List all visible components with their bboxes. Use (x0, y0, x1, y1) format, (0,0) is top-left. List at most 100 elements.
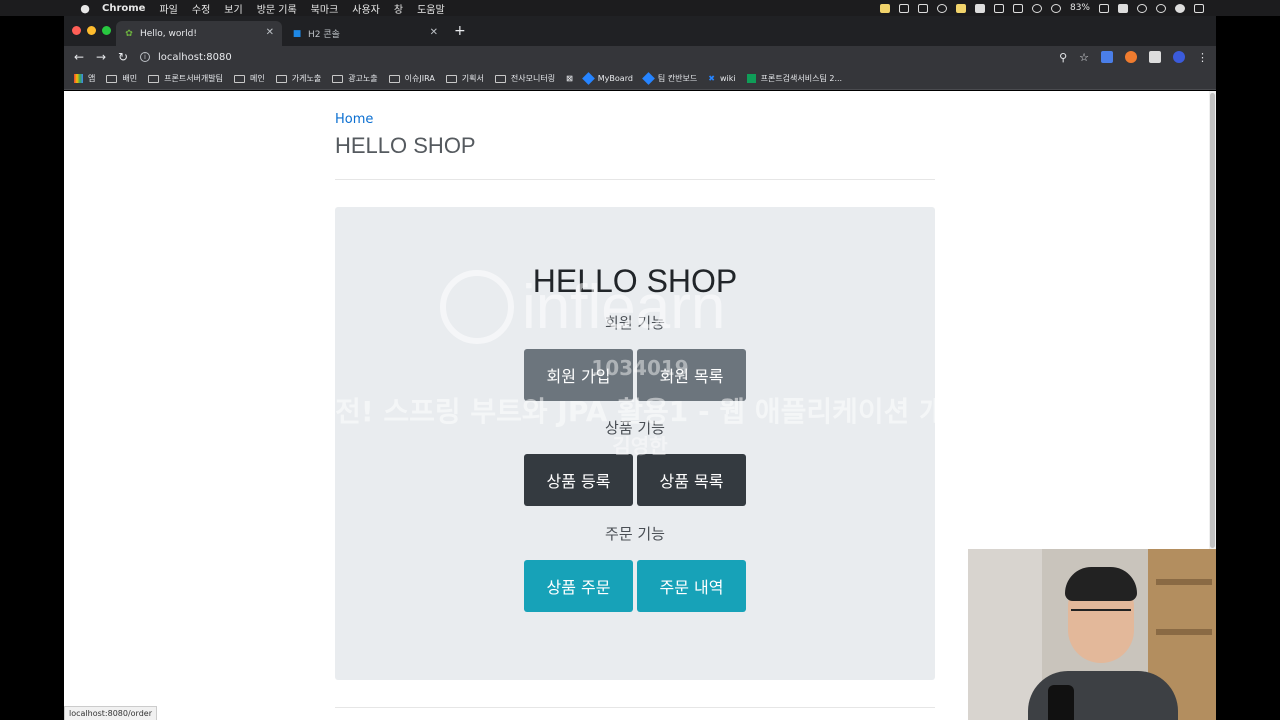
close-tab-icon[interactable]: ✕ (430, 27, 438, 38)
jumbotron-title: HELLO SHOP (532, 263, 738, 299)
order-buttons: 상품 주문 주문 내역 (524, 560, 746, 612)
input-source-icon[interactable] (1118, 3, 1128, 13)
menu-people[interactable]: 사용자 (352, 1, 380, 16)
bookmark-folder[interactable]: 기획서 (445, 73, 484, 84)
item-new-button[interactable]: 상품 등록 (524, 454, 633, 506)
star-icon[interactable]: ☆ (1079, 51, 1089, 64)
tab-h2-console[interactable]: ■ H2 콘솔 ✕ (284, 21, 446, 46)
member-join-button[interactable]: 회원 가입 (524, 349, 633, 401)
bookmark-folder[interactable]: 광고노출 (332, 73, 378, 84)
folder-icon (275, 74, 287, 83)
display-icon[interactable] (917, 3, 928, 13)
menu-chrome[interactable]: Chrome (102, 3, 145, 14)
folder-icon (106, 74, 118, 83)
note-icon[interactable] (879, 3, 890, 13)
zoom-window-button[interactable] (102, 26, 111, 35)
address-bar[interactable]: i localhost:8080 (140, 47, 1040, 67)
screen-icon[interactable] (898, 3, 909, 13)
bookmark-label: 프론트검색서비스팀 2... (760, 74, 843, 83)
webcam-presenter-glasses (1071, 609, 1131, 621)
item-section-label: 상품 기능 (605, 419, 665, 437)
jira-icon (642, 72, 655, 85)
menu-edit[interactable]: 수정 (192, 1, 210, 16)
shield-icon[interactable] (955, 3, 966, 13)
qr-extension-icon[interactable] (1149, 51, 1161, 63)
bookmark-label: MyBoard (597, 74, 633, 83)
bookmark-folder[interactable]: 메인 (234, 73, 265, 84)
bookmark-label: 앱 (88, 74, 96, 83)
minimize-window-button[interactable] (87, 26, 96, 35)
folder-icon (494, 74, 506, 83)
address-url[interactable]: localhost:8080 (158, 52, 232, 63)
extension-icon[interactable] (1125, 51, 1137, 63)
volume-icon[interactable] (1050, 3, 1061, 13)
close-window-button[interactable] (72, 26, 81, 35)
clock-icon[interactable] (1137, 3, 1147, 13)
cloud-icon[interactable] (974, 3, 985, 13)
scrollbar-thumb[interactable] (1210, 93, 1215, 548)
menu-bookmarks[interactable]: 북마크 (311, 1, 339, 16)
forward-icon[interactable]: → (90, 50, 112, 64)
menu-view[interactable]: 보기 (224, 1, 242, 16)
bookmark-label: 기획서 (461, 74, 484, 83)
bookmark-label: 프론트서버개발팀 (164, 74, 223, 83)
kebab-menu-icon[interactable]: ⋮ (1197, 51, 1208, 64)
back-icon[interactable]: ← (68, 50, 90, 64)
wifi-icon[interactable] (1031, 3, 1042, 13)
bookmark-wiki[interactable]: ✖ wiki (708, 74, 735, 83)
page-title: HELLO SHOP (335, 133, 476, 158)
close-tab-icon[interactable]: ✕ (266, 27, 274, 38)
bookmark-folder[interactable]: 전사모니터링 (494, 73, 556, 84)
bookmark-folder[interactable]: 이슈JIRA (388, 73, 435, 84)
order-list-button[interactable]: 주문 내역 (637, 560, 746, 612)
member-section-label: 회원 기능 (605, 314, 665, 332)
member-list-button[interactable]: 회원 목록 (637, 349, 746, 401)
bookmark-folder[interactable]: 가게노출 (275, 73, 322, 84)
bookmark-label: wiki (719, 74, 736, 83)
menu-file[interactable]: 파일 (159, 1, 177, 16)
browser-toolbar: ← → ↻ i localhost:8080 ⚲ ☆ ⋮ (64, 46, 1216, 68)
info-icon[interactable] (936, 3, 947, 13)
order-section-label: 주문 기능 (605, 525, 665, 543)
user-avatar-icon[interactable] (1175, 3, 1185, 13)
menu-help[interactable]: 도움말 (417, 1, 445, 16)
bookmark-sheet[interactable]: 프론트검색서비스팀 2... (746, 73, 843, 84)
spotlight-icon[interactable] (1156, 3, 1166, 13)
new-tab-icon[interactable]: + (454, 23, 466, 39)
folder-icon (445, 74, 457, 83)
item-list-button[interactable]: 상품 목록 (637, 454, 746, 506)
profile-avatar-icon[interactable] (1173, 51, 1185, 63)
webcam-overlay (968, 549, 1216, 720)
site-info-icon[interactable]: i (140, 52, 150, 62)
reload-icon[interactable]: ↻ (112, 50, 134, 64)
m-icon: ⊠ (566, 74, 573, 83)
bookmark-kanban[interactable]: 팀 칸반보드 (642, 72, 698, 85)
header-divider (335, 179, 935, 180)
bluetooth-icon[interactable] (1012, 3, 1023, 13)
grid-icon[interactable] (993, 3, 1004, 13)
order-new-button[interactable]: 상품 주문 (524, 560, 633, 612)
bookmark-folder[interactable]: 프론트서버개발팀 (148, 73, 223, 84)
bookmark-apps[interactable]: 앱 (74, 73, 95, 84)
tab-hello-world[interactable]: ✿ Hello, world! ✕ (116, 21, 282, 46)
notification-center-icon[interactable] (1194, 3, 1204, 13)
translate-extension-icon[interactable] (1101, 51, 1113, 63)
bookmark-label: 전사모니터링 (510, 74, 556, 83)
bookmark-myboard[interactable]: MyBoard (581, 72, 633, 85)
menu-window[interactable]: 창 (394, 1, 403, 16)
battery-icon[interactable] (1099, 3, 1109, 13)
apple-icon[interactable]: ● (78, 2, 92, 15)
bookmark-folder[interactable]: 배민 (106, 73, 137, 84)
bookmark-label: 가게노출 (291, 74, 322, 83)
member-buttons: 회원 가입 회원 목록 (524, 349, 746, 401)
sheets-icon (746, 74, 756, 83)
bookmark-m[interactable]: ⊠ (566, 74, 573, 83)
zoom-icon[interactable]: ⚲ (1059, 51, 1067, 64)
tab-strip: ✿ Hello, world! ✕ ■ H2 콘솔 ✕ + (64, 16, 1216, 46)
menu-history[interactable]: 방문 기록 (257, 1, 297, 16)
bookmark-label: 팀 칸반보드 (657, 74, 698, 83)
breadcrumb-home[interactable]: Home (335, 112, 373, 127)
battery-percent[interactable]: 83% (1070, 3, 1090, 13)
jumbotron: HELLO SHOP 회원 기능 회원 가입 회원 목록 상품 기능 상품 등록… (335, 207, 935, 680)
h2-icon: ■ (292, 28, 302, 39)
